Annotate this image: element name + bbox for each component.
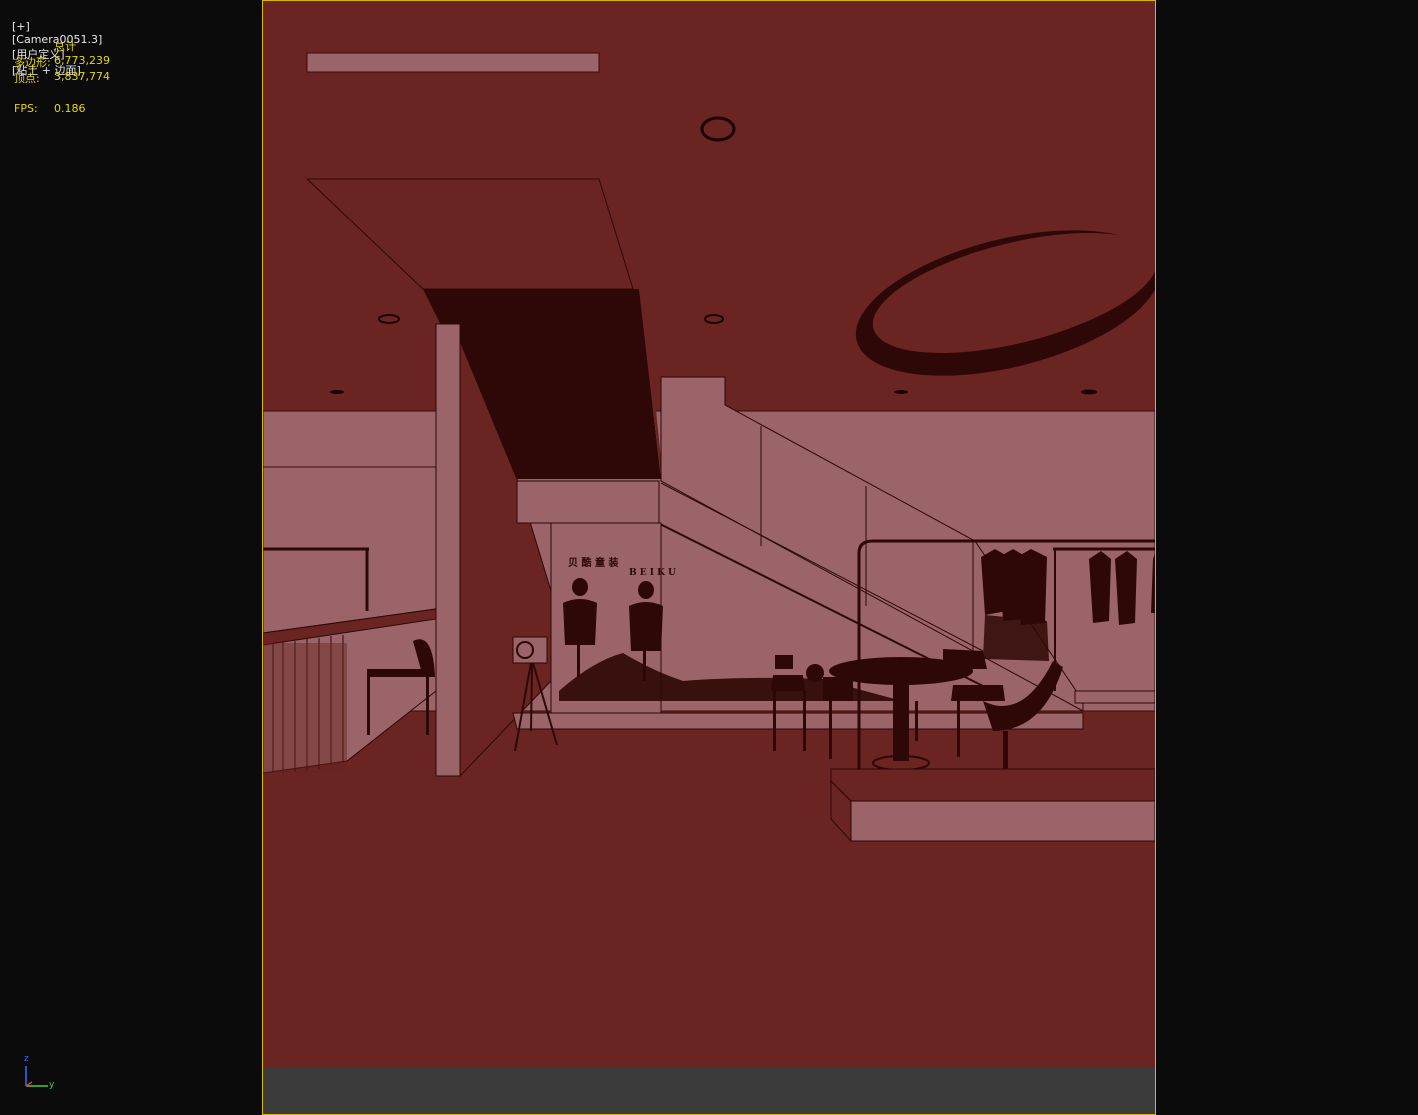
vertices-value: 3,837,774 (54, 70, 110, 83)
downlight (330, 390, 344, 394)
stats-header: 总计 (54, 40, 76, 53)
side-counter (1074, 690, 1155, 704)
raised-platform-front (850, 800, 1155, 842)
axis-gizmo: z y (18, 1054, 68, 1098)
downlight (1081, 389, 1097, 395)
fps-label: FPS: (14, 102, 38, 115)
store-sign-chinese: 贝 酷 童 装 (568, 556, 618, 569)
scene-render: 贝 酷 童 装 B E I K U (263, 1, 1155, 1114)
z-axis-label: z (24, 1054, 29, 1064)
polygons-value: 6,773,239 (54, 54, 110, 67)
downlight (894, 390, 908, 394)
stair-landing (516, 480, 660, 524)
vertices-label: 顶点: (14, 72, 40, 85)
fps-value: 0.186 (54, 102, 86, 115)
camera-viewport[interactable]: 贝 酷 童 装 B E I K U (262, 0, 1156, 1115)
y-axis-label: y (49, 1080, 55, 1090)
store-sign-english: B E I K U (629, 568, 676, 578)
tripod-leg (530, 662, 533, 732)
prop-camera (512, 636, 548, 664)
column-front (435, 323, 461, 777)
polygons-label: 多边形: (14, 56, 51, 69)
raised-platform-top (830, 768, 1155, 802)
viewport-menu-plus[interactable]: [+] (12, 20, 30, 33)
desk-front-shade (263, 643, 347, 773)
axis-gizmo-lines (25, 1066, 48, 1087)
viewport-bottom-strip (263, 1068, 1155, 1114)
ceiling-light-strip (306, 52, 600, 73)
